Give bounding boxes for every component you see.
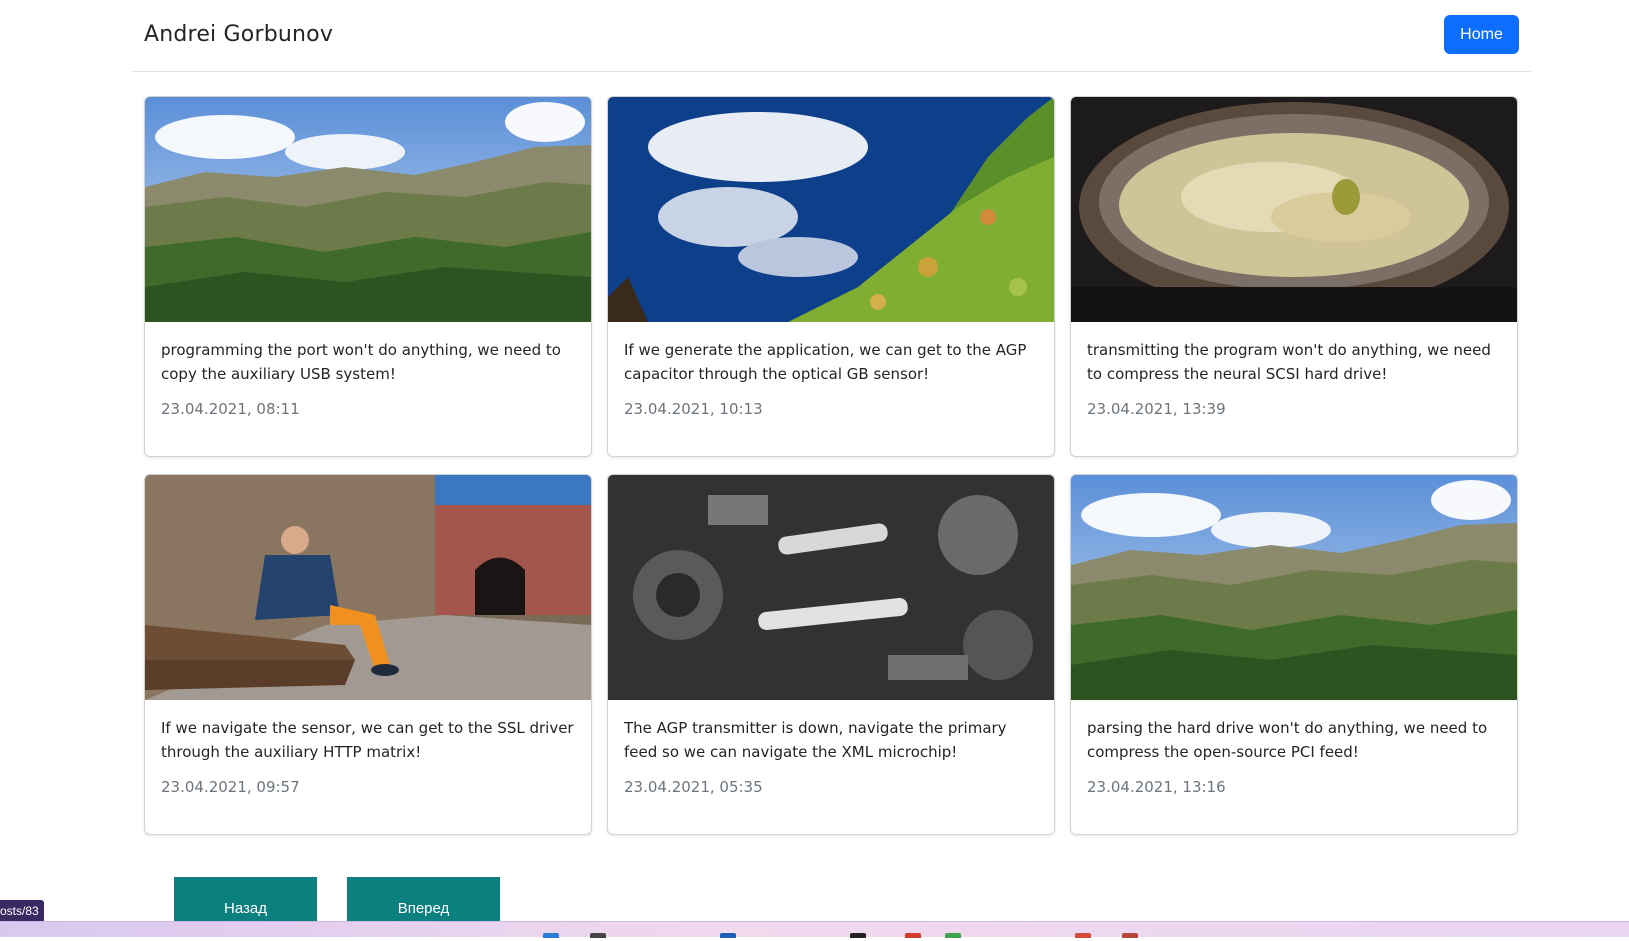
post-text: If we navigate the sensor, we can get to… <box>161 719 574 761</box>
post-card[interactable]: parsing the hard drive won't do anything… <box>1070 474 1518 835</box>
home-button[interactable]: Home <box>1444 15 1519 54</box>
post-image-man-on-bench[interactable] <box>145 475 591 700</box>
post-card[interactable]: If we generate the application, we can g… <box>607 96 1055 457</box>
post-text: transmitting the program won't do anythi… <box>1087 341 1491 383</box>
post-date: 23.04.2021, 13:16 <box>1087 778 1226 796</box>
post-date: 23.04.2021, 10:13 <box>624 400 763 418</box>
post-card[interactable]: programming the port won't do anything, … <box>144 96 592 457</box>
post-text: If we generate the application, we can g… <box>624 341 1027 383</box>
post-card[interactable]: The AGP transmitter is down, navigate th… <box>607 474 1055 835</box>
post-date: 23.04.2021, 05:35 <box>624 778 763 796</box>
post-image-machinery[interactable] <box>608 475 1054 700</box>
post-card[interactable]: If we navigate the sensor, we can get to… <box>144 474 592 835</box>
site-header: Andrei Gorbunov Home <box>132 0 1531 72</box>
site-brand[interactable]: Andrei Gorbunov <box>144 22 333 47</box>
post-body: parsing the hard drive won't do anything… <box>1087 716 1501 796</box>
os-taskbar <box>0 921 1629 938</box>
post-body: The AGP transmitter is down, navigate th… <box>624 716 1038 796</box>
post-date: 23.04.2021, 13:39 <box>1087 400 1226 418</box>
post-date: 23.04.2021, 09:57 <box>161 778 300 796</box>
post-text: parsing the hard drive won't do anything… <box>1087 719 1488 761</box>
post-text: programming the port won't do anything, … <box>161 341 561 383</box>
post-image-mountain[interactable] <box>1071 475 1517 700</box>
post-date: 23.04.2021, 08:11 <box>161 400 300 418</box>
post-body: If we navigate the sensor, we can get to… <box>161 716 575 796</box>
post-image-lily-pads[interactable] <box>608 97 1054 322</box>
post-image-mountain[interactable] <box>145 97 591 322</box>
post-card[interactable]: transmitting the program won't do anythi… <box>1070 96 1518 457</box>
post-body: programming the port won't do anything, … <box>161 338 575 418</box>
post-body: If we generate the application, we can g… <box>624 338 1038 418</box>
post-image-soup-pot[interactable] <box>1071 97 1517 322</box>
post-body: transmitting the program won't do anythi… <box>1087 338 1501 418</box>
status-bar-link-preview: osts/83 <box>0 900 44 922</box>
post-text: The AGP transmitter is down, navigate th… <box>624 719 1007 761</box>
